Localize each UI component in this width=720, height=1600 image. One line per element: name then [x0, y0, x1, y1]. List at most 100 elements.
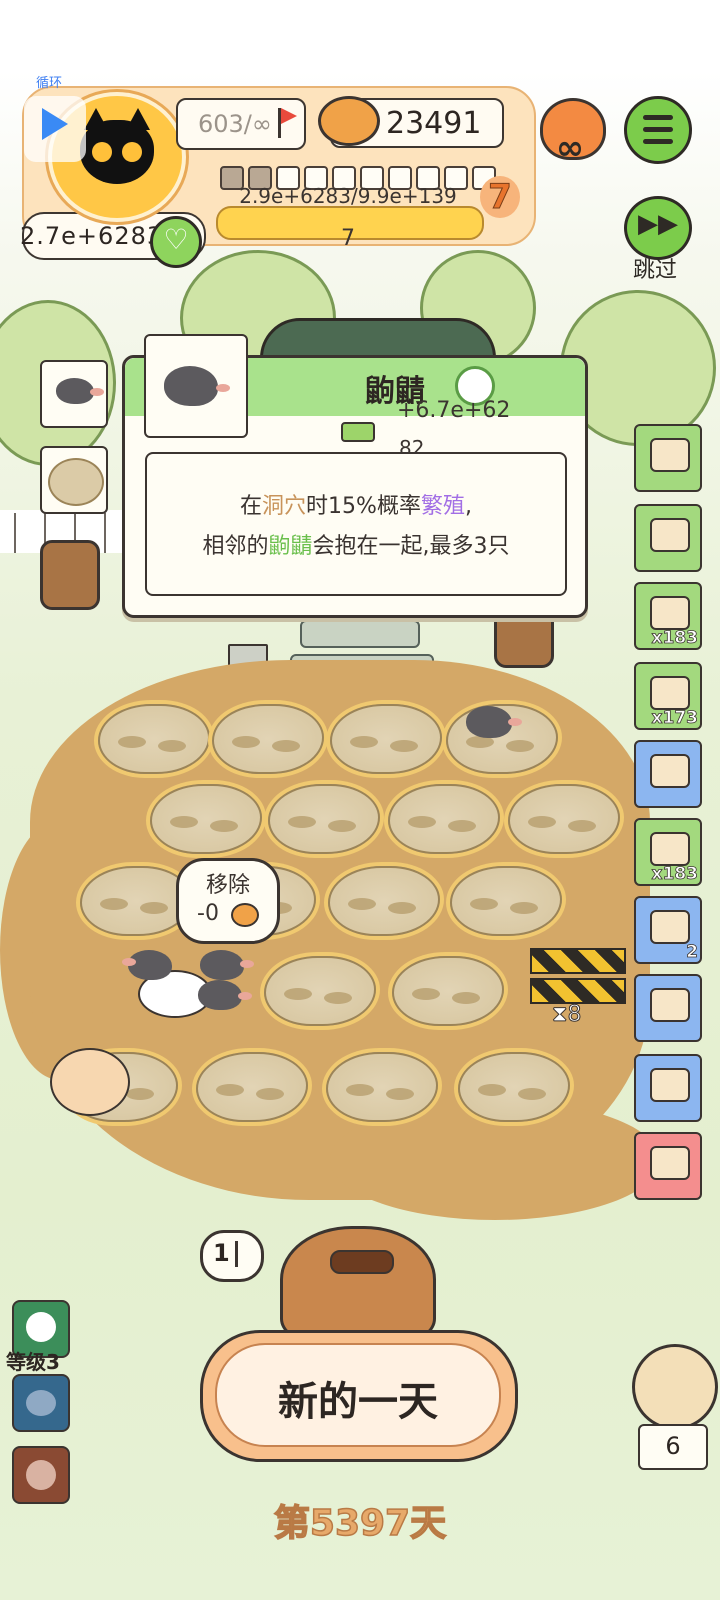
mole-hole[interactable] [458, 1052, 570, 1122]
desc-highlight: 洞穴 [262, 494, 307, 519]
side-item-hut[interactable] [634, 740, 702, 808]
black-cat-avatar [80, 108, 154, 184]
side-item-shovel[interactable]: 2 [634, 896, 702, 964]
skip-label[interactable]: 跳过 [622, 252, 688, 284]
flag-bubble: 1 [200, 1230, 264, 1282]
flag-count: 603/∞ [198, 110, 272, 138]
level-badge: 7 [480, 176, 520, 218]
mole-hole[interactable] [388, 784, 500, 854]
side-item-count: 2 [686, 942, 699, 963]
hole-icon [48, 458, 104, 506]
new-day-inner: 新的一天 [215, 1343, 501, 1447]
mole-hole[interactable] [268, 784, 380, 854]
day-counter: 第5397天 [273, 1502, 447, 1545]
shrew [56, 378, 104, 404]
play-icon[interactable] [42, 108, 68, 140]
mole-hole[interactable] [264, 956, 376, 1026]
infinity-label: ∞ [555, 128, 585, 168]
mole-hole[interactable] [450, 866, 562, 936]
shrew [164, 366, 230, 406]
mole-hole[interactable] [98, 704, 210, 774]
mole-hole[interactable] [328, 866, 440, 936]
shrew-thumb[interactable] [40, 360, 108, 428]
ticket-icon [650, 518, 690, 552]
remove-label: 移除 [205, 873, 250, 898]
cheese-icon [341, 422, 375, 442]
mole-hole[interactable] [212, 704, 324, 774]
worms-icon [650, 676, 690, 710]
mole-hole[interactable] [330, 704, 442, 774]
fast-forward-icon: ▶▶ [638, 209, 678, 239]
flag-pill: 603/∞ [176, 98, 306, 150]
mole-hole[interactable] [150, 784, 262, 854]
shrew [122, 950, 172, 980]
hole-thumb[interactable] [40, 446, 108, 514]
hamster[interactable] [50, 1048, 130, 1116]
side-item-count: x173 [651, 708, 698, 729]
trap-icon [650, 1068, 690, 1102]
can-icon [318, 96, 380, 146]
level-label: 等级3 [6, 1350, 60, 1374]
remove-cost: -0 [197, 901, 219, 926]
new-day-label: 新的一天 [278, 1379, 438, 1425]
popup-value: +6.7e+62 [397, 398, 511, 423]
side-item-card[interactable] [634, 424, 702, 492]
bag-icon [26, 1460, 56, 1490]
desc-text: 相邻的 [202, 534, 269, 559]
side-item-photo[interactable] [634, 1132, 702, 1200]
desc-highlight: 鼩鼱 [268, 534, 313, 559]
goggles-icon [330, 1250, 394, 1274]
side-item-ticket[interactable] [634, 504, 702, 572]
side-item-worms[interactable]: x173 [634, 662, 702, 730]
shovel-icon [650, 910, 690, 944]
egg-icon [26, 1312, 56, 1342]
coin-value: 23491 [386, 106, 482, 141]
road-barrier[interactable] [530, 940, 626, 1006]
menu-button[interactable] [624, 96, 692, 164]
shrew-cluster[interactable] [122, 950, 254, 1020]
mole-hole[interactable] [326, 1052, 438, 1122]
remove-bubble[interactable]: 移除 -0 [176, 858, 280, 944]
side-item-trap[interactable] [634, 1054, 702, 1122]
exp-value: 7 [341, 226, 355, 251]
side-item-coin-ticket[interactable]: x183 [634, 582, 702, 650]
desc-text: 在 [240, 494, 263, 519]
chevron-down-icon[interactable]: ♡ [150, 216, 202, 268]
pet-icon[interactable] [632, 1344, 718, 1430]
tent-icon [650, 832, 690, 866]
cat-with-goggles [280, 1226, 436, 1342]
card-icon [650, 438, 690, 472]
popup-description: 在洞穴时15%概率繁殖, 相邻的鼩鼱会抱在一起,最多3只 [145, 452, 567, 596]
flag-icon-cloth [281, 108, 297, 124]
menu-icon [643, 115, 673, 120]
paw-eye [92, 142, 112, 162]
seal-icon [26, 1390, 56, 1416]
hut-icon [650, 754, 690, 788]
menu-icon-bar [643, 127, 673, 132]
shrew-portrait [144, 334, 248, 438]
stepping-stone [300, 620, 420, 648]
side-item-can[interactable] [634, 974, 702, 1042]
progress-text: 2.9e+6283/9.9e+139 [239, 184, 457, 208]
new-day-button[interactable]: 新的一天 [200, 1330, 518, 1462]
mole-hole[interactable] [392, 956, 504, 1026]
seal-button[interactable] [12, 1374, 70, 1432]
mole-hole[interactable] [508, 784, 620, 854]
side-item-count: x183 [651, 864, 698, 885]
currency-value: 2.7e+6283 [20, 222, 164, 250]
barrier-timer-value: 8 [567, 1002, 582, 1028]
pet-count: 6 [665, 1432, 681, 1460]
desc-line-1: 在洞穴时15%概率繁殖, [147, 488, 565, 520]
shrew[interactable] [466, 706, 522, 738]
barrel [40, 540, 100, 610]
shrew [198, 980, 252, 1010]
mole-hole[interactable] [196, 1052, 308, 1122]
side-item-tent[interactable]: x183 [634, 818, 702, 886]
can-icon [650, 988, 690, 1022]
skip-button[interactable]: ▶▶ [624, 196, 692, 260]
desc-text: 会抱在一起,最多3只 [312, 534, 510, 559]
photo-icon [650, 1146, 690, 1180]
pet-count-box: 6 [638, 1424, 708, 1470]
barrier-stripe [530, 948, 626, 974]
flag-bubble-count: 1 [213, 1239, 230, 1267]
